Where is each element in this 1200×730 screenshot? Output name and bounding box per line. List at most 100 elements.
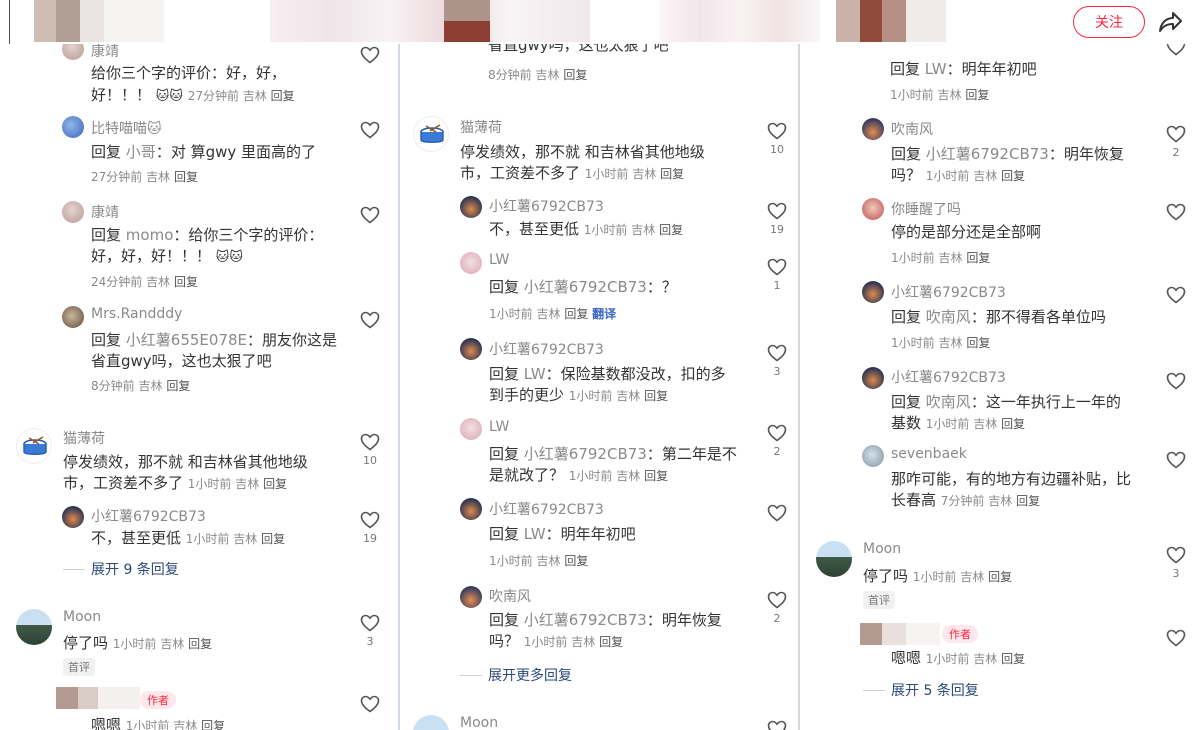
reply-link[interactable]: 回复 <box>644 469 668 483</box>
commenter-name: 小红薯6792CB73 <box>91 509 206 525</box>
commenter-name: 小红薯6792CB73 <box>489 199 604 215</box>
like-button[interactable] <box>1166 451 1186 469</box>
reply-link[interactable]: 回复 <box>1001 169 1025 183</box>
reply-link[interactable]: 回复 <box>988 570 1012 584</box>
comment-text: 回复 吹南风：这一年执行上一年的 <box>891 393 1121 411</box>
avatar <box>460 498 482 520</box>
header-bar: 关注 <box>0 0 1200 44</box>
commenter-name: 吹南风 <box>489 589 531 605</box>
reply-link[interactable]: 回复 <box>201 719 225 730</box>
like-count: 10 <box>363 454 377 467</box>
comment-text: 市，工资差不多了 1小时前 吉林 回复 <box>63 474 288 492</box>
reply-link[interactable]: 回复 <box>166 379 190 393</box>
comment-text: 回复 小红薯655E078E：朋友你这是 <box>91 331 338 349</box>
like-button[interactable]: 1 <box>767 258 787 292</box>
comment-text: 停的是部分还是全部啊 <box>891 223 1042 241</box>
comment-text: 不，甚至更低 1小时前 吉林 回复 <box>489 220 684 238</box>
like-button[interactable] <box>1166 286 1186 304</box>
like-button[interactable]: 19 <box>767 202 787 236</box>
comment-meta: 8分钟前 吉林 回复 <box>91 379 191 393</box>
like-button[interactable]: 3 <box>360 614 380 648</box>
heart-icon <box>360 206 380 224</box>
reply-link[interactable]: 回复 <box>644 389 668 403</box>
comment-panel-right: 回复 LW：明年年初吧 1小时前 吉林 回复 吹南风 回复 小红薯6792CB7… <box>798 44 1200 730</box>
heart-icon <box>767 258 787 276</box>
reply-link[interactable]: 回复 <box>261 532 285 546</box>
comment-text: 回复 LW：保险基数都没改，扣的多 <box>489 365 726 383</box>
expand-replies-link[interactable]: 展开 9 条回复 <box>63 559 179 579</box>
commenter-name: 小红薯6792CB73 <box>891 370 1006 386</box>
reply-link[interactable]: 回复 <box>599 635 623 649</box>
like-button[interactable]: 3 <box>767 344 787 378</box>
like-button[interactable] <box>360 46 380 64</box>
author-tag: 作者 <box>942 625 978 643</box>
share-icon[interactable] <box>1156 9 1184 35</box>
avatar <box>62 116 84 138</box>
reply-link[interactable]: 回复 <box>660 167 684 181</box>
expand-replies-link[interactable]: 展开 5 条回复 <box>863 680 979 700</box>
like-button[interactable]: 10 <box>360 433 380 467</box>
like-button[interactable] <box>1166 44 1186 56</box>
comment-text: 那咋可能，有的地方有边疆补贴，比 <box>891 470 1132 488</box>
like-button[interactable] <box>1166 372 1186 390</box>
like-button[interactable] <box>360 121 380 139</box>
heart-icon <box>360 121 380 139</box>
reply-link[interactable]: 回复 <box>263 477 287 491</box>
comment-text: 省直gwy吗，这也太狠了吧 <box>91 352 272 370</box>
blurred-header-title <box>270 0 590 42</box>
cat-emoji-icon: 🐱🐱 <box>215 250 243 265</box>
like-button[interactable] <box>360 311 380 329</box>
like-button[interactable] <box>360 695 380 713</box>
like-button[interactable]: 19 <box>360 511 380 545</box>
heart-icon <box>767 344 787 362</box>
like-button[interactable] <box>1166 629 1186 647</box>
heart-icon <box>1166 286 1186 304</box>
like-button[interactable] <box>767 504 787 522</box>
commenter-name: Mrs.Randddy <box>91 306 183 322</box>
heart-icon <box>360 46 380 64</box>
reply-link[interactable]: 回复 <box>563 68 587 82</box>
reply-link[interactable]: 回复 <box>174 275 198 289</box>
first-comment-badge: 首评 <box>63 658 95 676</box>
heart-icon <box>1166 44 1186 56</box>
reply-link[interactable]: 回复 <box>271 89 295 103</box>
like-button[interactable] <box>1166 203 1186 221</box>
comment-text: 吗？ 1小时前 吉林 回复 <box>891 166 1026 184</box>
reply-link[interactable]: 回复 <box>188 637 212 651</box>
comment-text: 回复 吹南风：那不得看各单位吗 <box>891 308 1106 326</box>
like-button[interactable]: 2 <box>767 424 787 458</box>
like-button[interactable] <box>767 720 787 730</box>
avatar <box>862 281 884 303</box>
like-count: 2 <box>773 445 781 458</box>
translate-link[interactable]: 翻译 <box>592 307 616 321</box>
comment-text: 回复 小红薯6792CB73：第二年是不 <box>489 445 737 463</box>
comment-meta: 8分钟前 吉林 回复 <box>488 68 588 82</box>
reply-link[interactable]: 回复 <box>174 170 198 184</box>
reply-link[interactable]: 回复 <box>564 307 588 321</box>
reply-link[interactable]: 回复 <box>965 88 989 102</box>
follow-button[interactable]: 关注 <box>1073 6 1145 38</box>
like-count: 10 <box>770 143 784 156</box>
like-button[interactable]: 2 <box>767 591 787 625</box>
reply-link[interactable]: 回复 <box>659 223 683 237</box>
reply-link[interactable]: 回复 <box>1016 494 1040 508</box>
like-button[interactable] <box>360 206 380 224</box>
expand-more-replies-link[interactable]: 展开更多回复 <box>460 665 572 685</box>
reply-link[interactable]: 回复 <box>966 336 990 350</box>
avatar <box>862 118 884 140</box>
blurred-header-avatar-2 <box>836 0 946 42</box>
comment-text: 停了吗 1小时前 吉林 回复 <box>63 634 213 652</box>
commenter-name: 康靖 <box>91 205 119 221</box>
reply-link[interactable]: 回复 <box>564 554 588 568</box>
comment-text: 省直gwy吗，这也太狠了吧 <box>488 44 669 54</box>
like-button[interactable]: 3 <box>1166 546 1186 580</box>
reply-link[interactable]: 回复 <box>1001 417 1025 431</box>
comment-text: 嗯嗯 1小时前 吉林 回复 <box>91 714 225 730</box>
avatar <box>460 586 482 608</box>
reply-link[interactable]: 回复 <box>966 251 990 265</box>
heart-icon <box>1166 546 1186 564</box>
comment-text: 停发绩效，那不就 和吉林省其他地级 <box>63 453 308 471</box>
reply-link[interactable]: 回复 <box>1001 652 1025 666</box>
like-button[interactable]: 10 <box>767 122 787 156</box>
like-button[interactable]: 2 <box>1166 125 1186 159</box>
